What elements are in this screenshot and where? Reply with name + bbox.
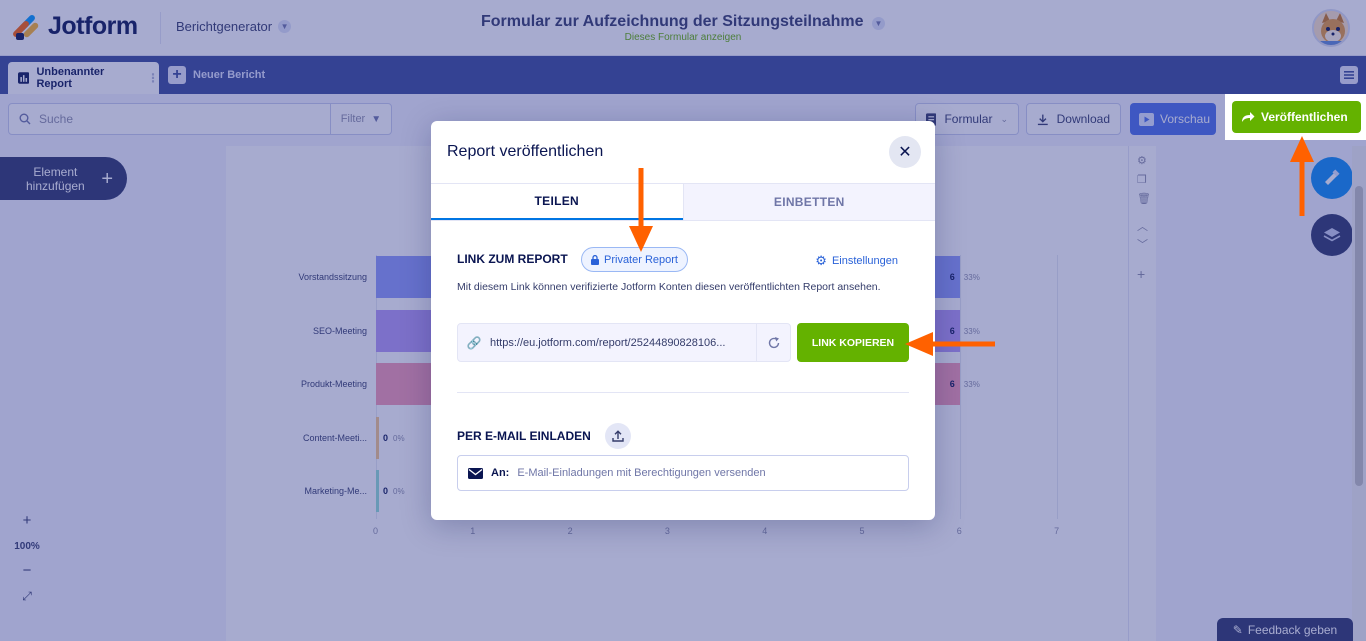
settings-link[interactable]: ⚙ Einstellungen: [815, 253, 898, 269]
envelope-icon: [468, 467, 483, 479]
settings-label: Einstellungen: [831, 255, 898, 267]
dialog-title: Report veröffentlichen: [447, 143, 604, 160]
dialog-tabs: TEILEN EINBETTEN: [431, 183, 935, 221]
refresh-link-button[interactable]: [756, 324, 790, 361]
tab-einbetten[interactable]: EINBETTEN: [682, 184, 935, 220]
link-icon: 🔗: [466, 335, 482, 350]
link-description: Mit diesem Link können verifizierte Jotf…: [457, 281, 881, 293]
section-divider: [457, 392, 909, 393]
lock-icon: [591, 254, 599, 265]
private-badge-label: Privater Report: [604, 253, 678, 266]
upload-contacts-button[interactable]: [605, 423, 631, 449]
annotation-arrow-left: [905, 332, 995, 356]
report-link-url[interactable]: https://eu.jotform.com/report/2524489082…: [490, 337, 756, 349]
annotation-arrow-up: [1290, 136, 1314, 216]
email-placeholder: E-Mail-Einladungen mit Berechtigungen ve…: [517, 467, 766, 479]
publish-report-dialog: Report veröffentlichen ✕ TEILEN EINBETTE…: [431, 121, 935, 520]
publish-button[interactable]: Veröffentlichen: [1232, 101, 1361, 133]
email-invite-field[interactable]: An: E-Mail-Einladungen mit Berechtigunge…: [457, 455, 909, 491]
copy-link-button[interactable]: LINK KOPIEREN: [797, 323, 909, 362]
refresh-icon: [768, 336, 779, 348]
upload-icon: [612, 430, 624, 442]
close-icon: ✕: [898, 144, 912, 161]
share-arrow-icon: [1242, 112, 1255, 122]
link-section-heading: LINK ZUM REPORT: [457, 252, 568, 266]
report-link-field[interactable]: 🔗 https://eu.jotform.com/report/25244890…: [457, 323, 791, 362]
email-to-label: An:: [491, 467, 510, 479]
annotation-arrow-down: [629, 168, 653, 252]
close-button[interactable]: ✕: [889, 136, 921, 168]
publish-label: Veröffentlichen: [1261, 110, 1348, 124]
gear-icon: ⚙: [815, 253, 827, 268]
email-section-heading: PER E-MAIL EINLADEN: [457, 429, 591, 443]
